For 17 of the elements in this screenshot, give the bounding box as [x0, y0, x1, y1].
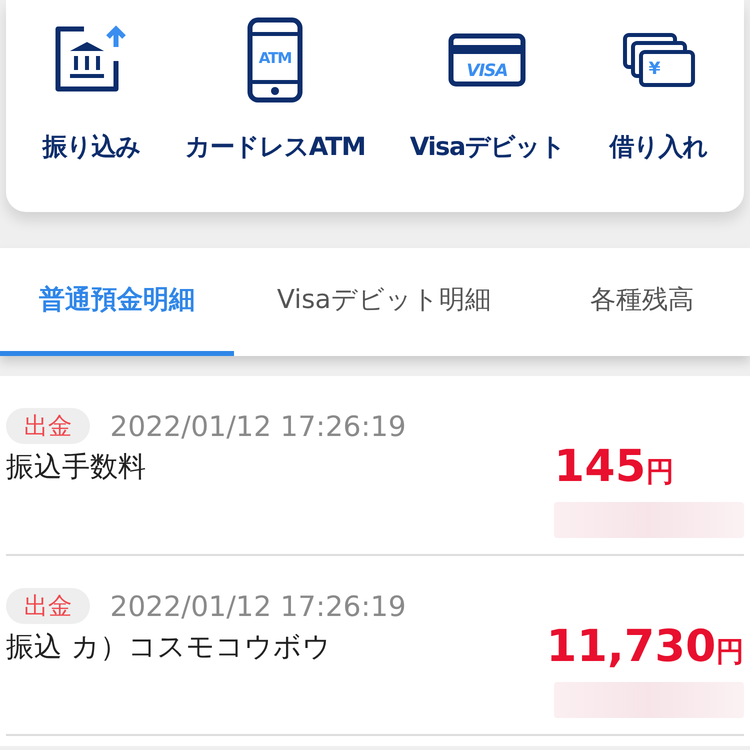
shortcut-button[interactable]: ATM カードレスATM — [184, 0, 366, 212]
shortcut-button[interactable]: 振り込み — [42, 0, 140, 212]
withdrawal-badge: 出金 — [6, 408, 90, 444]
withdrawal-badge: 出金 — [6, 588, 90, 624]
shortcut-button[interactable]: VISA Visaデビット — [410, 0, 566, 212]
card-icon: VISA — [448, 33, 526, 87]
phone-icon: ATM — [247, 17, 304, 103]
transaction-datetime: 2022/01/12 17:26:19 — [110, 410, 406, 442]
tab[interactable]: 各種残高 — [534, 248, 750, 356]
transaction-datetime: 2022/01/12 17:26:19 — [110, 590, 406, 622]
transaction-amount: 145円 — [554, 441, 675, 492]
tab[interactable]: Visaデビット明細 — [234, 248, 534, 356]
transaction-amount: 11,730円 — [546, 621, 744, 672]
shortcut-button[interactable]: ¥ 借り入れ — [610, 0, 708, 212]
transaction-description: 振込手数料 — [6, 449, 147, 485]
tab[interactable]: 普通預金明細 — [0, 248, 234, 356]
transaction-description: 振込 カ）コスモコウボウ — [6, 629, 332, 665]
